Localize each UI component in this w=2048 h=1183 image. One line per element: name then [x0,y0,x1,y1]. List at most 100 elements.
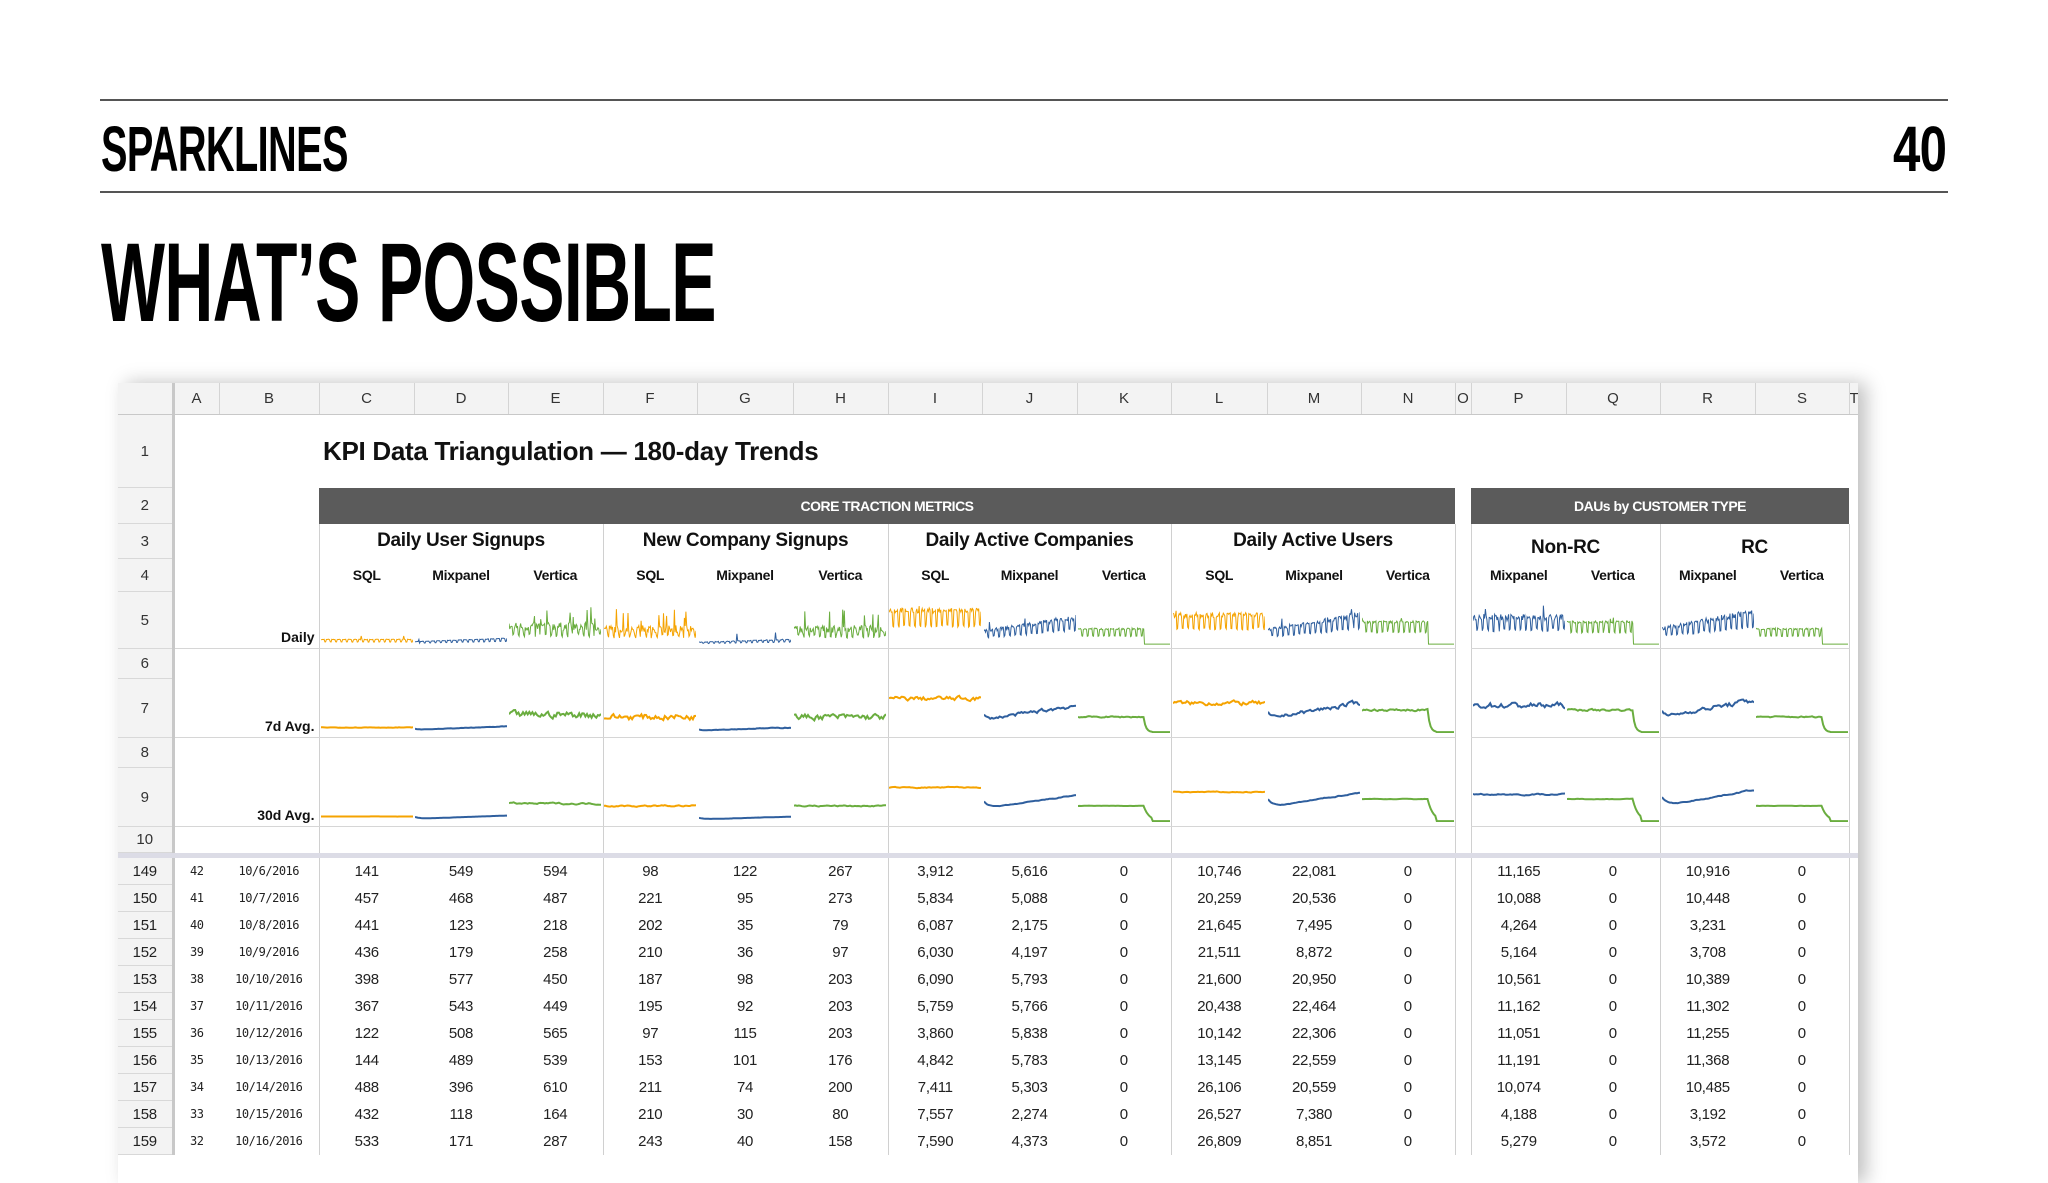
cell-day-index[interactable]: 36 [173,1020,219,1047]
cell-value[interactable]: 195 [603,993,697,1020]
cell-date[interactable]: 10/16/2016 [219,1128,319,1155]
column-header-K[interactable]: K [1077,383,1171,415]
cell-value[interactable]: 35 [697,912,793,939]
cell-value[interactable]: 203 [793,966,888,993]
cell-value[interactable]: 79 [793,912,888,939]
cell-value[interactable]: 10,916 [1660,858,1755,885]
cell-value[interactable]: 95 [697,885,793,912]
cell-value[interactable]: 0 [1566,885,1660,912]
cell-day-index[interactable]: 33 [173,1101,219,1128]
cell-day-index[interactable]: 34 [173,1074,219,1101]
cell-value[interactable]: 432 [319,1101,414,1128]
cell-value[interactable]: 0 [1755,912,1849,939]
cell-value[interactable]: 5,303 [982,1074,1077,1101]
cell-date[interactable]: 10/13/2016 [219,1047,319,1074]
cell-value[interactable]: 508 [414,1020,508,1047]
row-header[interactable]: 4 [118,559,173,592]
cell-value[interactable]: 10,142 [1171,1020,1267,1047]
cell-value[interactable]: 0 [1755,885,1849,912]
cell-value[interactable]: 436 [319,939,414,966]
cell-value[interactable]: 98 [697,966,793,993]
cell-value[interactable]: 11,255 [1660,1020,1755,1047]
cell-value[interactable]: 210 [603,1101,697,1128]
cell-value[interactable]: 11,051 [1471,1020,1566,1047]
cell-value[interactable]: 20,259 [1171,885,1267,912]
cell-value[interactable]: 5,279 [1471,1128,1566,1155]
cell-value[interactable]: 0 [1361,1020,1455,1047]
cell-value[interactable]: 0 [1755,1020,1849,1047]
cell-value[interactable]: 11,162 [1471,993,1566,1020]
row-header[interactable]: 8 [118,738,173,768]
column-header-C[interactable]: C [319,383,414,415]
cell-day-index[interactable]: 35 [173,1047,219,1074]
cell-value[interactable]: 153 [603,1047,697,1074]
cell-value[interactable]: 5,838 [982,1020,1077,1047]
column-header-M[interactable]: M [1267,383,1361,415]
cell-value[interactable]: 468 [414,885,508,912]
cell-value[interactable]: 577 [414,966,508,993]
cell-value[interactable]: 20,950 [1267,966,1361,993]
cell-value[interactable]: 0 [1361,1074,1455,1101]
row-header[interactable]: 10 [118,827,173,853]
cell-value[interactable]: 0 [1361,993,1455,1020]
cell-value[interactable]: 97 [793,939,888,966]
cell-value[interactable]: 0 [1566,993,1660,1020]
cell-value[interactable]: 0 [1077,966,1171,993]
cell-value[interactable]: 0 [1077,993,1171,1020]
cell-value[interactable]: 539 [508,1047,603,1074]
cell-value[interactable]: 450 [508,966,603,993]
cell-value[interactable]: 0 [1361,858,1455,885]
column-header-D[interactable]: D [414,383,508,415]
cell-value[interactable]: 5,164 [1471,939,1566,966]
cell-value[interactable]: 287 [508,1128,603,1155]
cell-value[interactable]: 158 [793,1128,888,1155]
cell-value[interactable]: 7,590 [888,1128,982,1155]
cell-value[interactable]: 0 [1755,939,1849,966]
cell-value[interactable]: 218 [508,912,603,939]
cell-value[interactable]: 8,872 [1267,939,1361,966]
cell-value[interactable]: 221 [603,885,697,912]
cell-value[interactable]: 22,081 [1267,858,1361,885]
cell-value[interactable]: 74 [697,1074,793,1101]
cell-value[interactable]: 22,559 [1267,1047,1361,1074]
cell-value[interactable]: 26,809 [1171,1128,1267,1155]
cell-value[interactable]: 26,527 [1171,1101,1267,1128]
cell-value[interactable]: 141 [319,858,414,885]
cell-value[interactable]: 3,192 [1660,1101,1755,1128]
cell-value[interactable]: 5,759 [888,993,982,1020]
cell-value[interactable]: 6,090 [888,966,982,993]
cell-value[interactable]: 10,448 [1660,885,1755,912]
column-header-T[interactable]: T [1849,383,1858,415]
cell-value[interactable]: 4,188 [1471,1101,1566,1128]
cell-value[interactable]: 30 [697,1101,793,1128]
cell-value[interactable]: 0 [1566,1128,1660,1155]
cell-date[interactable]: 10/6/2016 [219,858,319,885]
cell-value[interactable]: 5,834 [888,885,982,912]
cell-value[interactable]: 7,557 [888,1101,982,1128]
cell-value[interactable]: 122 [319,1020,414,1047]
cell-value[interactable]: 0 [1755,1101,1849,1128]
cell-value[interactable]: 0 [1361,885,1455,912]
cell-value[interactable]: 488 [319,1074,414,1101]
cell-value[interactable]: 457 [319,885,414,912]
cell-value[interactable]: 396 [414,1074,508,1101]
cell-value[interactable]: 441 [319,912,414,939]
cell-value[interactable]: 0 [1361,1128,1455,1155]
cell-value[interactable]: 565 [508,1020,603,1047]
cell-value[interactable]: 2,274 [982,1101,1077,1128]
cell-value[interactable]: 36 [697,939,793,966]
cell-value[interactable]: 210 [603,939,697,966]
cell-value[interactable]: 101 [697,1047,793,1074]
cell-value[interactable]: 179 [414,939,508,966]
cell-value[interactable]: 7,411 [888,1074,982,1101]
column-header-A[interactable]: A [173,383,219,415]
cell-value[interactable]: 5,616 [982,858,1077,885]
cell-value[interactable]: 11,368 [1660,1047,1755,1074]
cell-day-index[interactable]: 41 [173,885,219,912]
cell-value[interactable]: 0 [1566,858,1660,885]
cell-value[interactable]: 0 [1566,1047,1660,1074]
cell-value[interactable]: 203 [793,1020,888,1047]
cell-date[interactable]: 10/11/2016 [219,993,319,1020]
cell-value[interactable]: 10,074 [1471,1074,1566,1101]
cell-value[interactable]: 5,766 [982,993,1077,1020]
